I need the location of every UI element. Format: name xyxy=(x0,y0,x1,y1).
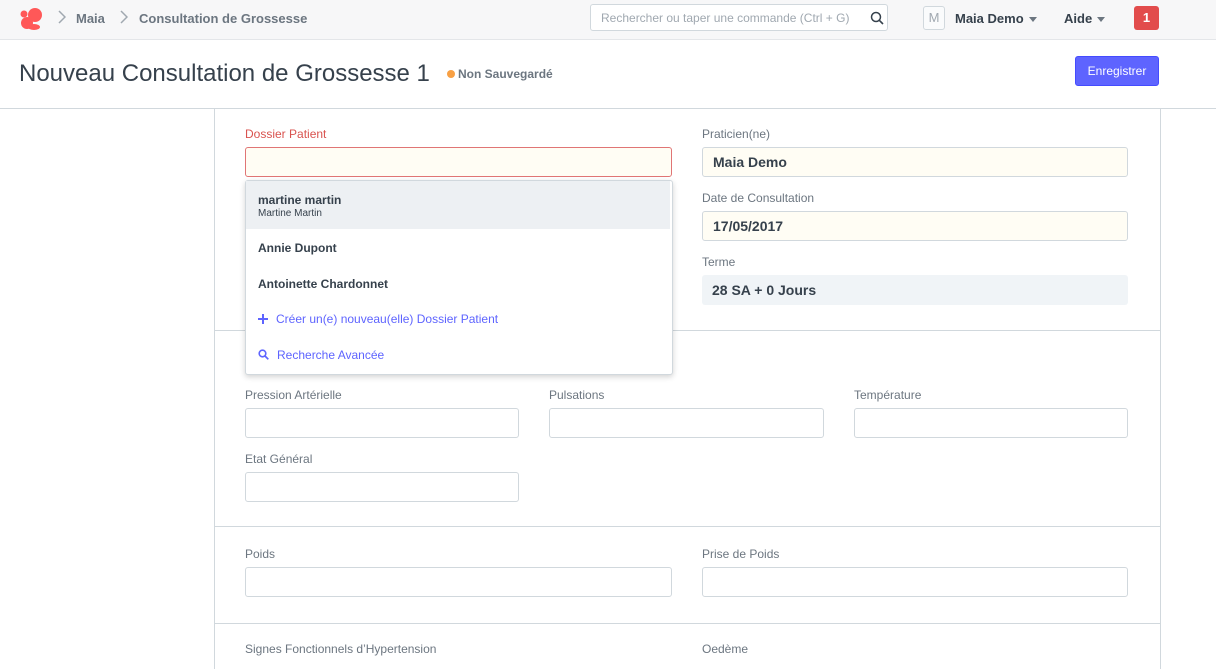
pression-label: Pression Artérielle xyxy=(245,388,342,402)
temperature-field xyxy=(854,408,1128,438)
list-item-subtitle: Martine Martin xyxy=(258,208,322,219)
status-badge: Non Sauvegardé xyxy=(458,67,553,81)
list-item[interactable]: martine martin Martine Martin xyxy=(246,181,670,229)
prise-poids-input[interactable] xyxy=(703,568,1127,596)
advanced-search-link[interactable]: Recherche Avancée xyxy=(258,348,384,362)
breadcrumb-consultation[interactable]: Consultation de Grossesse xyxy=(139,11,307,26)
pulsations-input[interactable] xyxy=(550,409,823,437)
date-consultation-field xyxy=(702,211,1128,241)
avatar[interactable]: M xyxy=(923,6,945,30)
prise-poids-label: Prise de Poids xyxy=(702,547,780,561)
signes-hta-label: Signes Fonctionnels d’Hypertension xyxy=(245,642,437,656)
date-consultation-input[interactable] xyxy=(703,212,1127,240)
create-new-patient-link[interactable]: Créer un(e) nouveau(elle) Dossier Patien… xyxy=(258,312,498,326)
help-menu[interactable]: Aide xyxy=(1064,11,1106,26)
temperature-label: Température xyxy=(854,388,922,402)
dossier-patient-input[interactable] xyxy=(246,148,671,176)
pression-field xyxy=(245,408,519,438)
page-head: Nouveau Consultation de Grossesse 1 Non … xyxy=(0,40,1216,109)
poids-label: Poids xyxy=(245,547,276,561)
date-consultation-label: Date de Consultation xyxy=(702,191,815,205)
list-item[interactable]: Annie Dupont xyxy=(246,229,670,265)
notification-badge[interactable]: 1 xyxy=(1134,6,1159,30)
list-item[interactable]: Antoinette Chardonnet xyxy=(246,265,670,301)
squirrel-logo-icon[interactable] xyxy=(18,6,44,32)
search-box xyxy=(590,4,888,31)
list-item-title: Antoinette Chardonnet xyxy=(258,277,388,291)
plus-icon xyxy=(258,314,268,324)
breadcrumb-maia[interactable]: Maia xyxy=(76,11,105,26)
list-item-title: Annie Dupont xyxy=(258,241,337,255)
prise-poids-field xyxy=(702,567,1128,597)
etat-general-input[interactable] xyxy=(246,473,518,501)
page-title: Nouveau Consultation de Grossesse 1 xyxy=(19,60,430,87)
chevron-right-icon xyxy=(120,10,128,24)
terme-label: Terme xyxy=(702,255,736,269)
oedeme-label: Oedème xyxy=(702,642,749,656)
terme-value: 28 SA + 0 Jours xyxy=(702,275,1128,305)
section-divider xyxy=(215,526,1160,527)
help-label: Aide xyxy=(1064,11,1093,26)
search-icon xyxy=(258,349,269,360)
status-dot-icon xyxy=(447,70,455,78)
dossier-patient-field xyxy=(245,147,672,177)
pulsations-field xyxy=(549,408,824,438)
caret-down-icon xyxy=(1097,17,1106,23)
navbar: Maia Consultation de Grossesse M Maia De… xyxy=(0,0,1216,40)
etat-general-field xyxy=(245,472,519,502)
temperature-input[interactable] xyxy=(855,409,1127,437)
caret-down-icon xyxy=(1028,17,1037,23)
poids-input[interactable] xyxy=(246,568,671,596)
poids-field xyxy=(245,567,672,597)
dossier-patient-label: Dossier Patient xyxy=(245,127,327,141)
save-button[interactable]: Enregistrer xyxy=(1075,56,1159,86)
search-input[interactable] xyxy=(591,5,861,30)
pression-input[interactable] xyxy=(246,409,518,437)
praticien-input[interactable] xyxy=(703,148,1127,176)
advanced-search-label: Recherche Avancée xyxy=(277,348,385,362)
list-item-title: martine martin xyxy=(258,193,342,207)
user-name: Maia Demo xyxy=(955,11,1024,26)
praticien-label: Praticien(ne) xyxy=(702,127,771,141)
search-icon[interactable] xyxy=(870,11,884,25)
praticien-field xyxy=(702,147,1128,177)
pulsations-label: Pulsations xyxy=(549,388,605,402)
section-divider xyxy=(215,623,1160,624)
chevron-right-icon xyxy=(58,10,66,24)
user-menu[interactable]: Maia Demo xyxy=(955,11,1037,26)
create-new-label: Créer un(e) nouveau(elle) Dossier Patien… xyxy=(276,312,499,326)
etat-general-label: Etat Général xyxy=(245,452,313,466)
patient-autocomplete-dropdown: martine martin Martine Martin Annie Dupo… xyxy=(245,180,673,375)
